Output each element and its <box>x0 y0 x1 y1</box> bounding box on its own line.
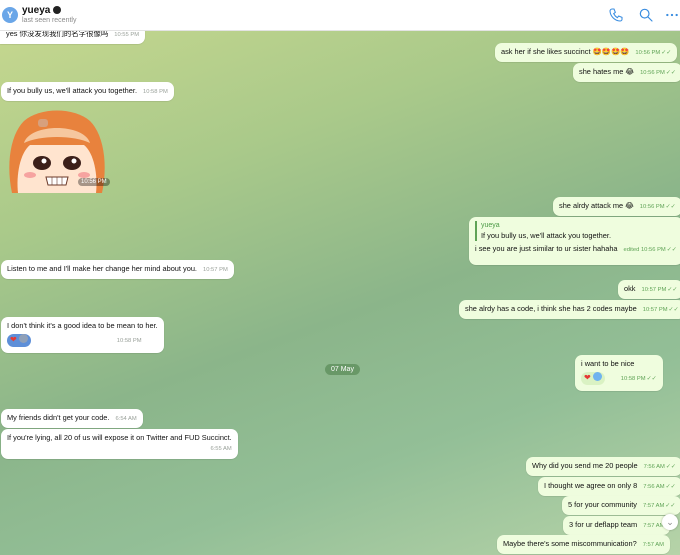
message-text: yes 你没发现我们的名字很像吗 <box>6 30 109 38</box>
chat-area[interactable]: yes 你没发现我们的名字很像吗 10:55 PM ask her if she … <box>0 30 680 555</box>
chevron-down-icon: ⌄ <box>666 516 674 527</box>
message-outgoing[interactable]: she alrdy has a code, i think she has 2 … <box>459 300 680 319</box>
reply-author: yueya <box>481 222 500 229</box>
message-time: 7:56 AM <box>643 464 665 470</box>
message-text: she alrdy has a code, i think she has 2 … <box>465 304 637 313</box>
premium-badge-icon <box>53 6 62 14</box>
contact-avatar[interactable]: Y <box>2 7 18 23</box>
reactor-avatar <box>592 372 602 381</box>
message-text: If you're lying, all 20 of us will expos… <box>7 433 232 442</box>
reaction-heart[interactable]: ❤ <box>7 334 31 347</box>
message-time: edited 10:56 PM <box>623 247 666 253</box>
message-time: 10:57 PM <box>642 307 668 313</box>
message-time: 7:56 AM <box>643 484 665 490</box>
message-outgoing[interactable]: okk 10:57 PM✓✓ <box>618 280 680 299</box>
message-outgoing-reacted[interactable]: i want to be nice ❤ 10:58 PM✓✓ <box>575 355 663 391</box>
message-incoming[interactable]: My friends didn't get your code. 6:54 AM <box>1 409 143 428</box>
message-outgoing[interactable]: Maybe there's some miscommunication? 7:57… <box>497 535 670 554</box>
message-time: 10:56 PM <box>640 70 665 76</box>
message-incoming[interactable]: yes 你没发现我们的名字很像吗 10:55 PM <box>0 30 146 44</box>
message-outgoing[interactable]: she alrdy attack me 😂 10:56 PM✓✓ <box>553 197 680 216</box>
read-check-icon: ✓✓ <box>646 376 657 383</box>
message-outgoing[interactable]: 5 for your community 7:57 AM✓✓ <box>562 496 680 515</box>
heart-icon: ❤ <box>584 373 591 382</box>
date-separator: 07 May <box>325 364 360 375</box>
sticker-time: 10:56 PM <box>78 178 110 186</box>
message-outgoing[interactable]: 3 for ur deflapp team 7:57 AM <box>563 516 671 535</box>
message-text: okk <box>624 284 636 293</box>
read-check-icon: ✓✓ <box>661 50 672 56</box>
message-time: 6:54 AM <box>115 416 137 422</box>
read-check-icon: ✓✓ <box>665 464 676 470</box>
read-check-icon: ✓✓ <box>665 70 676 76</box>
reaction-heart[interactable]: ❤ <box>581 372 605 385</box>
message-text: I don't think it's a good idea to be mea… <box>7 321 158 330</box>
message-text: Listen to me and I'll make her change he… <box>7 264 197 273</box>
message-incoming[interactable]: Listen to me and I'll make her change he… <box>1 260 234 279</box>
message-text: My friends didn't get your code. <box>7 413 110 422</box>
message-text: i want to be nice <box>581 359 635 368</box>
contact-name-text: yueya <box>22 5 51 16</box>
message-incoming[interactable]: If you're lying, all 20 of us will expos… <box>1 429 238 459</box>
message-time: 10:58 PM <box>116 338 142 345</box>
read-check-icon: ✓✓ <box>667 287 678 293</box>
message-time: 10:55 PM <box>114 32 140 38</box>
message-text: 5 for your community <box>568 500 638 509</box>
message-text: she alrdy attack me 😂 <box>559 201 634 210</box>
message-outgoing[interactable]: I thought we agree on only 8 7:56 AM✓✓ <box>538 477 680 496</box>
message-outgoing[interactable]: Why did you send me 20 people 7:56 AM✓✓ <box>526 457 680 476</box>
read-check-icon: ✓✓ <box>668 307 679 313</box>
heart-icon: ❤ <box>10 335 17 344</box>
phone-icon[interactable] <box>608 7 624 23</box>
more-icon[interactable] <box>665 7 679 23</box>
message-text: I thought we agree on only 8 <box>544 481 638 490</box>
search-icon[interactable] <box>638 7 654 23</box>
message-time: 10:57 PM <box>202 267 228 273</box>
reply-text: If you bully us, we'll attack you togeth… <box>481 231 611 240</box>
message-time: 6:55 AM <box>210 446 232 452</box>
read-check-icon: ✓✓ <box>665 484 676 490</box>
scroll-down-button[interactable]: ⌄ <box>662 514 678 530</box>
message-incoming-reacted[interactable]: I don't think it's a good idea to be mea… <box>1 317 164 353</box>
read-check-icon: ✓✓ <box>665 204 676 210</box>
contact-status: last seen recently <box>22 17 77 24</box>
message-time: 10:58 PM <box>143 89 168 95</box>
chat-header: Y yueya last seen recently <box>0 0 680 31</box>
message-outgoing-reply[interactable]: yueya If you bully us, we'll attack you … <box>469 217 680 265</box>
message-text: i see you are just similar to ur sister … <box>475 244 618 253</box>
read-check-icon: ✓✓ <box>666 247 677 253</box>
message-time: 10:57 PM <box>641 287 667 293</box>
read-check-icon: ✓✓ <box>665 503 676 509</box>
message-time: 10:58 PM <box>620 376 646 383</box>
message-time: 7:57 AM <box>643 503 665 509</box>
message-outgoing[interactable]: ask her if she likes succinct 🤩🤩🤩🤩 10:56 … <box>495 43 678 62</box>
message-text: she hates me 😂 <box>579 67 635 76</box>
message-outgoing[interactable]: she hates me 😂 10:56 PM✓✓ <box>573 63 680 82</box>
message-time: 10:56 PM <box>639 204 665 210</box>
message-time: 7:57 AM <box>642 542 664 548</box>
reply-quote[interactable]: yueya If you bully us, we'll attack you … <box>475 221 677 241</box>
message-text: 3 for ur deflapp team <box>569 520 638 529</box>
contact-name[interactable]: yueya <box>22 5 62 16</box>
message-text: If you bully us, we'll attack you togeth… <box>7 86 137 95</box>
message-text: Why did you send me 20 people <box>532 461 638 470</box>
message-text: Maybe there's some miscommunication? <box>503 539 637 548</box>
message-text: ask her if she likes succinct 🤩🤩🤩🤩 <box>501 47 630 56</box>
message-time: 10:56 PM <box>635 50 661 56</box>
reactor-avatar <box>18 334 28 343</box>
message-incoming[interactable]: If you bully us, we'll attack you togeth… <box>1 82 174 101</box>
